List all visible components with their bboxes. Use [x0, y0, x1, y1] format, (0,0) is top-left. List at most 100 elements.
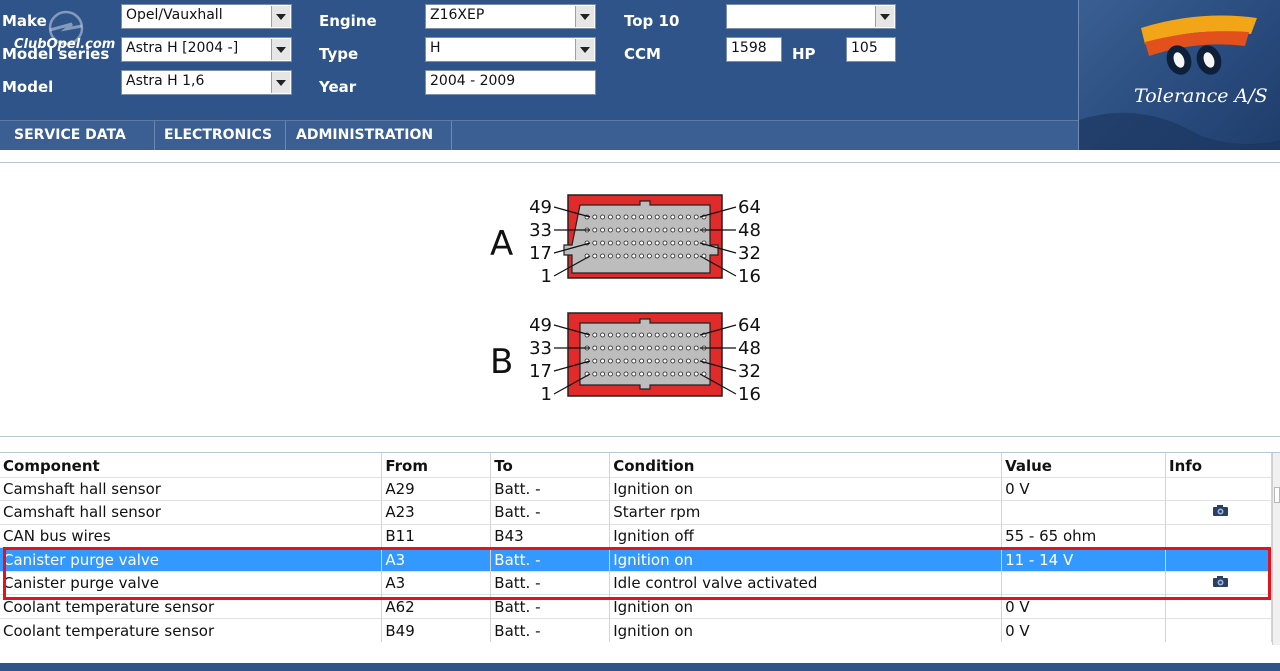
nav-service-data[interactable]: SERVICE DATA: [0, 121, 155, 150]
chevron-down-icon[interactable]: [575, 6, 594, 27]
pin-hole: [647, 240, 652, 246]
cell-condition: Ignition on: [609, 618, 1003, 643]
pin-hole: [600, 332, 605, 338]
main-nav: SERVICE DATA ELECTRONICS ADMINISTRATION: [0, 120, 1078, 150]
pin-hole: [608, 332, 613, 338]
camera-icon[interactable]: [1212, 504, 1229, 517]
chevron-down-icon[interactable]: [271, 72, 290, 93]
top10-label: Top 10: [624, 12, 680, 30]
pin-hole: [639, 253, 644, 259]
chevron-down-icon[interactable]: [575, 39, 594, 60]
cell-component: Canister purge valve: [0, 547, 383, 572]
table-row[interactable]: Coolant temperature sensor A62 Batt. - Igni…: [0, 594, 1272, 619]
cell-from: A3: [381, 570, 492, 595]
pin-hole: [615, 214, 621, 220]
pin-hole: [647, 332, 652, 338]
header-from[interactable]: From: [381, 453, 492, 477]
type-select[interactable]: H: [425, 37, 596, 62]
pin-hole: [662, 345, 668, 351]
pin-hole: [600, 345, 605, 351]
pin-hole: [662, 358, 668, 364]
tolerance-logo-icon: [1079, 15, 1280, 150]
connector-diagram-panel: A 49 64 33 48 17 32 1 16 B 49 64 33 48 17 32 1 16: [0, 162, 1280, 437]
pin-hole: [600, 227, 605, 233]
pin-hole: [600, 371, 605, 377]
pin-hole: [600, 358, 605, 364]
pin-hole: [670, 332, 676, 338]
engine-label: Engine: [319, 12, 377, 30]
pin-hole: [631, 214, 637, 220]
header-component[interactable]: Component: [0, 453, 383, 477]
header: Make Model series ClubOpel.com Model Ope…: [0, 0, 1280, 150]
pin-hole: [592, 240, 598, 246]
chevron-down-icon[interactable]: [875, 6, 894, 27]
pin-hole: [615, 345, 621, 351]
table-row[interactable]: Camshaft hall sensor A29 Batt. - Ignition o…: [0, 476, 1272, 501]
pin-hole: [608, 358, 613, 364]
pin-hole: [647, 345, 652, 351]
scrollbar-thumb[interactable]: [1274, 487, 1280, 503]
connector-label: B: [490, 342, 513, 382]
pin-hole: [654, 332, 660, 338]
cell-condition: Ignition on: [609, 547, 1003, 572]
pin-hole: [670, 227, 676, 233]
table-row[interactable]: Canister purge valve A3 Batt. - Idle contro…: [0, 570, 1272, 595]
table-row[interactable]: CAN bus wires B11 B43 Ignition off 55 - 65 o…: [0, 523, 1272, 548]
nav-electronics[interactable]: ELECTRONICS: [155, 121, 286, 150]
pin-hole: [647, 227, 652, 233]
nav-administration[interactable]: ADMINISTRATION: [286, 121, 452, 150]
pin-hole: [623, 253, 629, 259]
pin-hole: [631, 240, 637, 246]
top10-select[interactable]: [726, 4, 896, 29]
ccm-field[interactable]: 1598: [726, 37, 782, 62]
chevron-down-icon[interactable]: [271, 6, 290, 27]
cell-info: [1165, 594, 1272, 619]
pin-hole: [608, 240, 613, 246]
connector-housing: [579, 318, 711, 390]
pin-hole: [608, 214, 613, 220]
table-row[interactable]: Camshaft hall sensor A23 Batt. - Starter rp…: [0, 500, 1272, 525]
header-condition[interactable]: Condition: [609, 453, 1003, 477]
year-field[interactable]: 2004 - 2009: [425, 70, 596, 95]
header-value[interactable]: Value: [1001, 453, 1167, 477]
hp-value: 105: [851, 40, 878, 56]
pin-hole: [670, 371, 676, 377]
pin-hole: [592, 253, 598, 259]
connector-housing: [563, 200, 719, 274]
engine-select[interactable]: Z16XEP: [425, 4, 596, 29]
pin-hole: [631, 358, 637, 364]
cell-value: 0 V: [1001, 476, 1167, 501]
pin-hole: [693, 345, 699, 351]
pin-number-right: 32: [738, 243, 761, 264]
hp-field[interactable]: 105: [846, 37, 896, 62]
pin-hole: [615, 253, 621, 259]
pin-hole: [686, 214, 691, 220]
pin-hole: [592, 214, 598, 220]
pin-hole: [592, 345, 598, 351]
pin-hole: [615, 371, 621, 377]
pin-hole: [678, 240, 683, 246]
pin-number-left: 49: [529, 197, 552, 218]
pin-hole: [678, 227, 683, 233]
pin-hole: [678, 358, 683, 364]
pin-hole: [654, 345, 660, 351]
table-row[interactable]: Canister purge valve A3 Batt. - Ignition on…: [0, 547, 1272, 572]
header-info[interactable]: Info: [1165, 453, 1272, 477]
pin-number-left: 33: [529, 338, 552, 359]
pin-number-right: 48: [738, 220, 761, 241]
cell-info: [1165, 476, 1272, 501]
pin-hole: [623, 214, 629, 220]
table-row[interactable]: Coolant temperature sensor B49 Batt. - Igni…: [0, 618, 1272, 643]
make-select[interactable]: Opel/Vauxhall: [121, 4, 292, 29]
header-to[interactable]: To: [490, 453, 611, 477]
pin-hole: [647, 214, 652, 220]
model-series-select[interactable]: Astra H [2004 -]: [121, 37, 292, 62]
pin-hole: [654, 358, 660, 364]
camera-icon[interactable]: [1212, 575, 1229, 588]
chevron-down-icon[interactable]: [271, 39, 290, 60]
model-select[interactable]: Astra H 1,6: [121, 70, 292, 95]
pin-hole: [623, 240, 629, 246]
cell-component: Camshaft hall sensor: [0, 476, 383, 501]
make-label: Make: [2, 12, 47, 30]
table-scrollbar[interactable]: [1272, 453, 1280, 645]
